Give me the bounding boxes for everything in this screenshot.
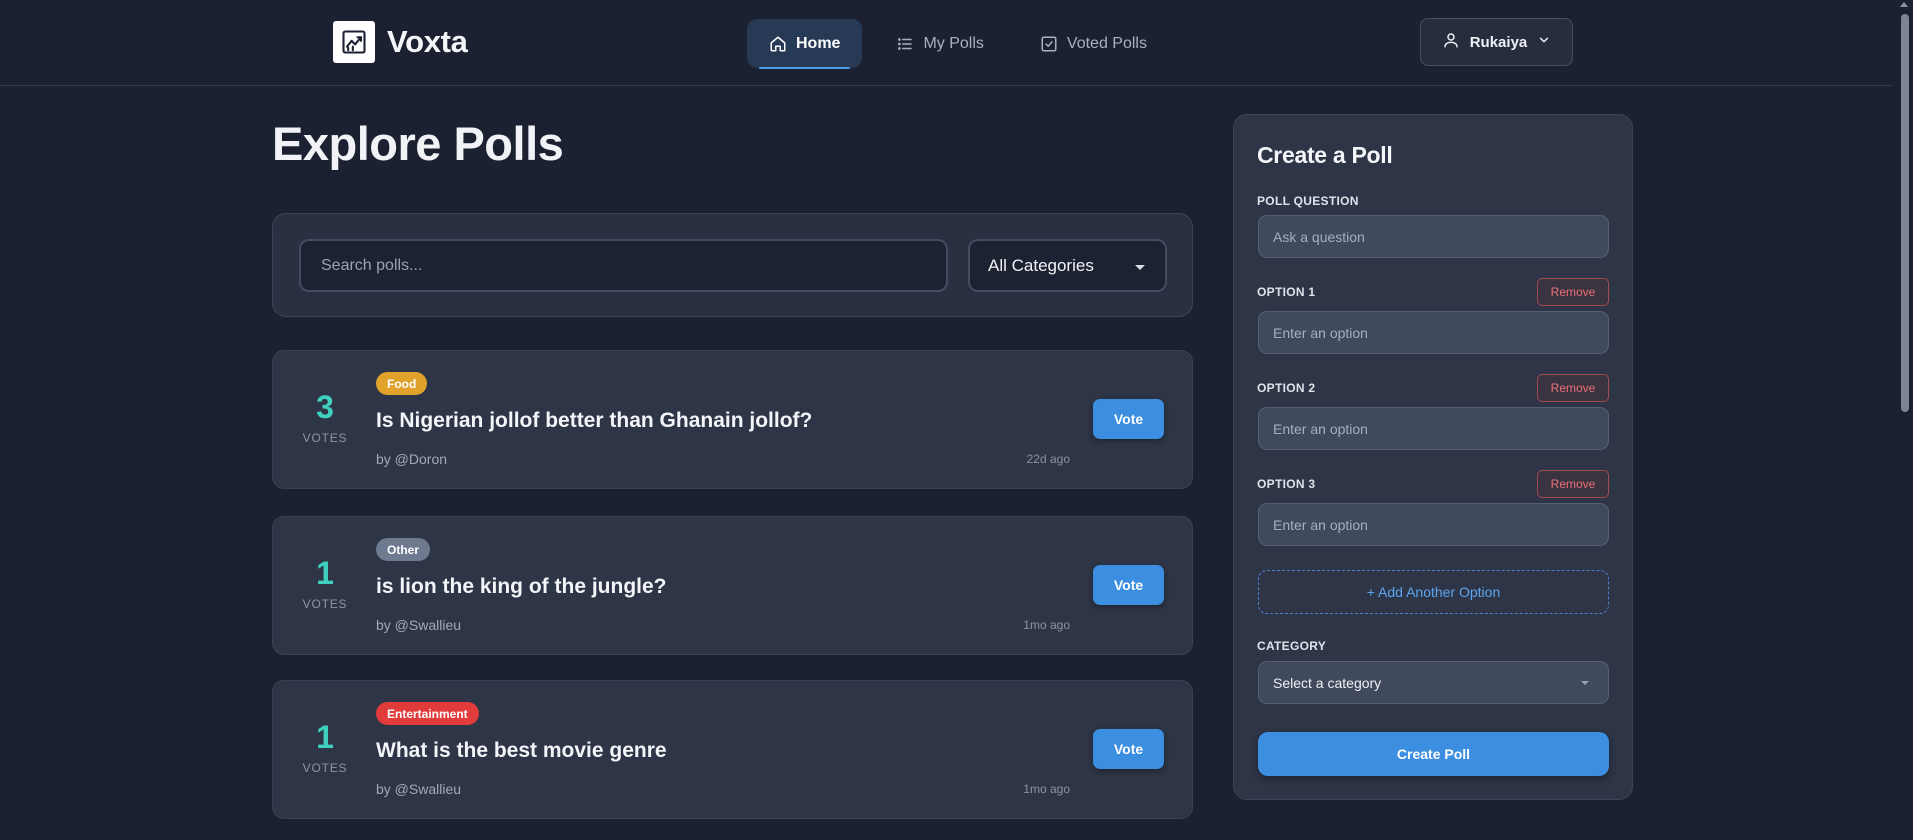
- brand-name: Voxta: [387, 24, 468, 59]
- nav-home[interactable]: Home: [747, 19, 863, 69]
- top-navbar: Voxta Home My Polls Voted Polls Rukaiya: [0, 0, 1893, 86]
- scroll-thumb[interactable]: [1901, 14, 1909, 412]
- remove-option-2-button[interactable]: Remove: [1537, 374, 1609, 402]
- remove-option-1-button[interactable]: Remove: [1537, 278, 1609, 306]
- option-2-input[interactable]: [1258, 407, 1609, 450]
- category-select[interactable]: Select a category: [1258, 661, 1609, 704]
- poll-timestamp: 1mo ago: [1023, 618, 1070, 632]
- category-label: CATEGORY: [1257, 639, 1327, 653]
- option-3-label: OPTION 3: [1257, 477, 1316, 491]
- option-2-label: OPTION 2: [1257, 381, 1316, 395]
- brand-logo[interactable]: Voxta: [333, 21, 468, 63]
- list-icon: [896, 35, 914, 53]
- category-filter-value: All Categories: [988, 255, 1094, 275]
- category-select-value: Select a category: [1273, 674, 1382, 691]
- remove-option-3-button[interactable]: Remove: [1537, 470, 1609, 498]
- create-poll-title: Create a Poll: [1257, 142, 1393, 168]
- poll-question[interactable]: What is the best movie genre: [376, 739, 667, 763]
- page-title: Explore Polls: [272, 117, 564, 170]
- caret-down-icon: [1581, 681, 1589, 685]
- poll-question[interactable]: is lion the king of the jungle?: [376, 575, 667, 599]
- page-scrollbar[interactable]: [1893, 0, 1913, 840]
- user-name: Rukaiya: [1469, 33, 1528, 51]
- option-3-input[interactable]: [1258, 503, 1609, 546]
- vote-count: 3: [316, 389, 334, 425]
- option-1-input[interactable]: [1258, 311, 1609, 354]
- poll-card: 3 VOTES Food Is Nigerian jollof better t…: [272, 350, 1193, 489]
- scroll-up-arrow-icon[interactable]: [1900, 2, 1908, 7]
- poll-timestamp: 1mo ago: [1023, 782, 1070, 796]
- vote-count-label: VOTES: [302, 431, 348, 445]
- poll-author: by @Swallieu: [376, 617, 462, 633]
- user-menu-button[interactable]: Rukaiya: [1420, 18, 1573, 66]
- nav-voted-polls-label: Voted Polls: [1066, 34, 1147, 52]
- create-poll-button[interactable]: Create Poll: [1258, 732, 1609, 776]
- nav-home-label: Home: [796, 34, 841, 52]
- category-filter-select[interactable]: All Categories: [968, 239, 1167, 292]
- create-poll-panel: Create a Poll POLL QUESTION OPTION 1 Rem…: [1233, 114, 1633, 800]
- search-input[interactable]: [299, 239, 948, 292]
- chevron-down-icon: [1537, 33, 1551, 51]
- vote-count: 1: [316, 555, 334, 591]
- poll-question-input[interactable]: [1258, 215, 1609, 258]
- nav-my-polls-label: My Polls: [923, 34, 984, 52]
- chart-trend-icon: [333, 21, 375, 63]
- home-icon: [769, 35, 787, 53]
- user-icon: [1442, 31, 1460, 53]
- search-filter-card: All Categories: [272, 213, 1193, 317]
- vote-button[interactable]: Vote: [1093, 729, 1164, 769]
- poll-card: 1 VOTES Other is lion the king of the ju…: [272, 516, 1193, 655]
- caret-down-icon: [1135, 265, 1145, 270]
- poll-author: by @Doron: [376, 451, 448, 467]
- add-option-button[interactable]: + Add Another Option: [1258, 570, 1609, 614]
- category-badge: Food: [376, 372, 428, 395]
- category-badge: Other: [376, 538, 431, 561]
- vote-count-label: VOTES: [302, 597, 348, 611]
- vote-button[interactable]: Vote: [1093, 399, 1164, 439]
- category-badge: Entertainment: [376, 702, 479, 725]
- poll-timestamp: 22d ago: [1026, 452, 1070, 466]
- poll-card: 1 VOTES Entertainment What is the best m…: [272, 680, 1193, 819]
- nav-my-polls[interactable]: My Polls: [874, 19, 1005, 68]
- vote-count-label: VOTES: [302, 761, 348, 775]
- nav-voted-polls[interactable]: Voted Polls: [1018, 19, 1169, 68]
- main-nav: Home My Polls Voted Polls: [747, 19, 1169, 69]
- poll-author: by @Swallieu: [376, 781, 462, 797]
- poll-question[interactable]: Is Nigerian jollof better than Ghanain j…: [376, 409, 812, 433]
- option-1-label: OPTION 1: [1257, 285, 1316, 299]
- vote-count: 1: [316, 719, 334, 755]
- checkbox-icon: [1040, 35, 1058, 53]
- vote-button[interactable]: Vote: [1093, 565, 1164, 605]
- poll-question-label: POLL QUESTION: [1257, 194, 1359, 208]
